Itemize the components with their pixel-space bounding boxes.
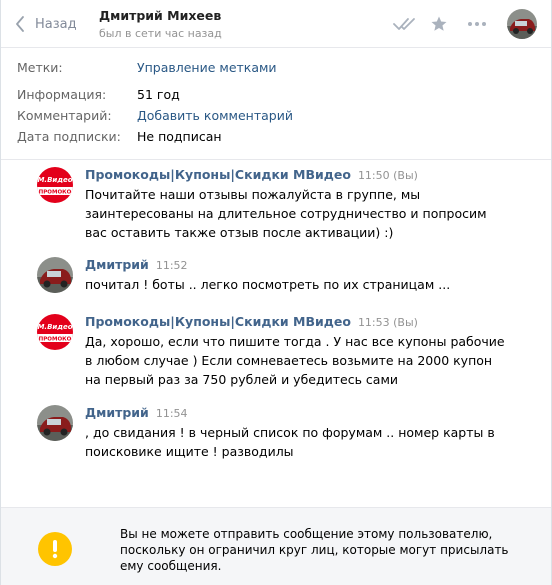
message-text: Почитайте наши отзывы пожалуйста в групп…: [85, 187, 487, 240]
peer-status: был в сети час назад: [99, 27, 222, 40]
message-author[interactable]: Промокоды|Купоны|Скидки МВидео: [85, 314, 351, 329]
message-time[interactable]: 11:50 (Вы): [358, 169, 418, 182]
message-text: почитал ! боты .. легко посмотреть по их…: [85, 277, 451, 292]
back-label: Назад: [35, 16, 77, 32]
mvideo-logo-subtext: ПРОМОКО: [39, 190, 72, 196]
restriction-text: Вы не можете отправить сообщение этому п…: [120, 527, 509, 573]
message-time[interactable]: 11:52: [156, 259, 188, 272]
detail-label: Метки:: [17, 60, 63, 75]
divider: [1, 159, 551, 160]
peer-name[interactable]: Дмитрий Михеев: [99, 8, 222, 23]
detail-label: Информация:: [17, 87, 107, 102]
detail-value: Не подписан: [137, 129, 222, 144]
mvideo-logo-text: М.Видео: [37, 176, 72, 184]
detail-row-labels: Метки: Управление метками: [17, 60, 537, 81]
chat-window: Назад Дмитрий Михеев был в сети час наза…: [0, 0, 552, 585]
star-icon[interactable]: [427, 13, 451, 35]
detail-row-comment: Комментарий: Добавить комментарий: [17, 108, 537, 129]
detail-label: Дата подписки:: [17, 129, 121, 144]
detail-row-info: Информация: 51 год: [17, 87, 537, 108]
peer-avatar[interactable]: [507, 9, 537, 39]
message-text: Да, хорошо, если что пишите тогда . У на…: [85, 334, 505, 387]
message-time[interactable]: 11:53 (Вы): [358, 316, 418, 329]
avatar[interactable]: М.Видео ПРОМОКО: [37, 167, 73, 203]
peer-info[interactable]: Дмитрий Михеев был в сети час назад: [99, 8, 222, 40]
chat-header: Назад Дмитрий Михеев был в сети час наза…: [1, 0, 551, 48]
avatar[interactable]: М.Видео ПРОМОКО: [37, 314, 73, 350]
detail-value: 51 год: [137, 87, 180, 102]
add-comment-link[interactable]: Добавить комментарий: [137, 108, 293, 123]
message-author[interactable]: Дмитрий: [85, 405, 149, 420]
detail-label: Комментарий:: [17, 108, 112, 123]
manage-labels-link[interactable]: Управление метками: [137, 60, 277, 75]
write-restriction-notice: Вы не можете отправить сообщение этому п…: [1, 507, 551, 585]
message-time[interactable]: 11:54: [156, 407, 188, 420]
peer-details: Метки: Управление метками Информация: 51…: [17, 60, 537, 150]
more-icon[interactable]: [465, 13, 489, 35]
message-text: , до свидания ! в черный список по форум…: [85, 425, 495, 459]
chevron-left-icon: [16, 16, 24, 32]
mvideo-logo-text: М.Видео: [37, 323, 72, 331]
avatar[interactable]: [37, 405, 73, 441]
detail-row-subscription: Дата подписки: Не подписан: [17, 129, 537, 150]
avatar[interactable]: [37, 257, 73, 293]
back-button[interactable]: Назад: [15, 14, 77, 34]
mvideo-logo-subtext: ПРОМОКО: [39, 337, 72, 343]
exclamation-icon: [38, 532, 72, 566]
read-check-icon[interactable]: [393, 13, 417, 35]
message-author[interactable]: Промокоды|Купоны|Скидки МВидео: [85, 167, 351, 182]
message-author[interactable]: Дмитрий: [85, 257, 149, 272]
